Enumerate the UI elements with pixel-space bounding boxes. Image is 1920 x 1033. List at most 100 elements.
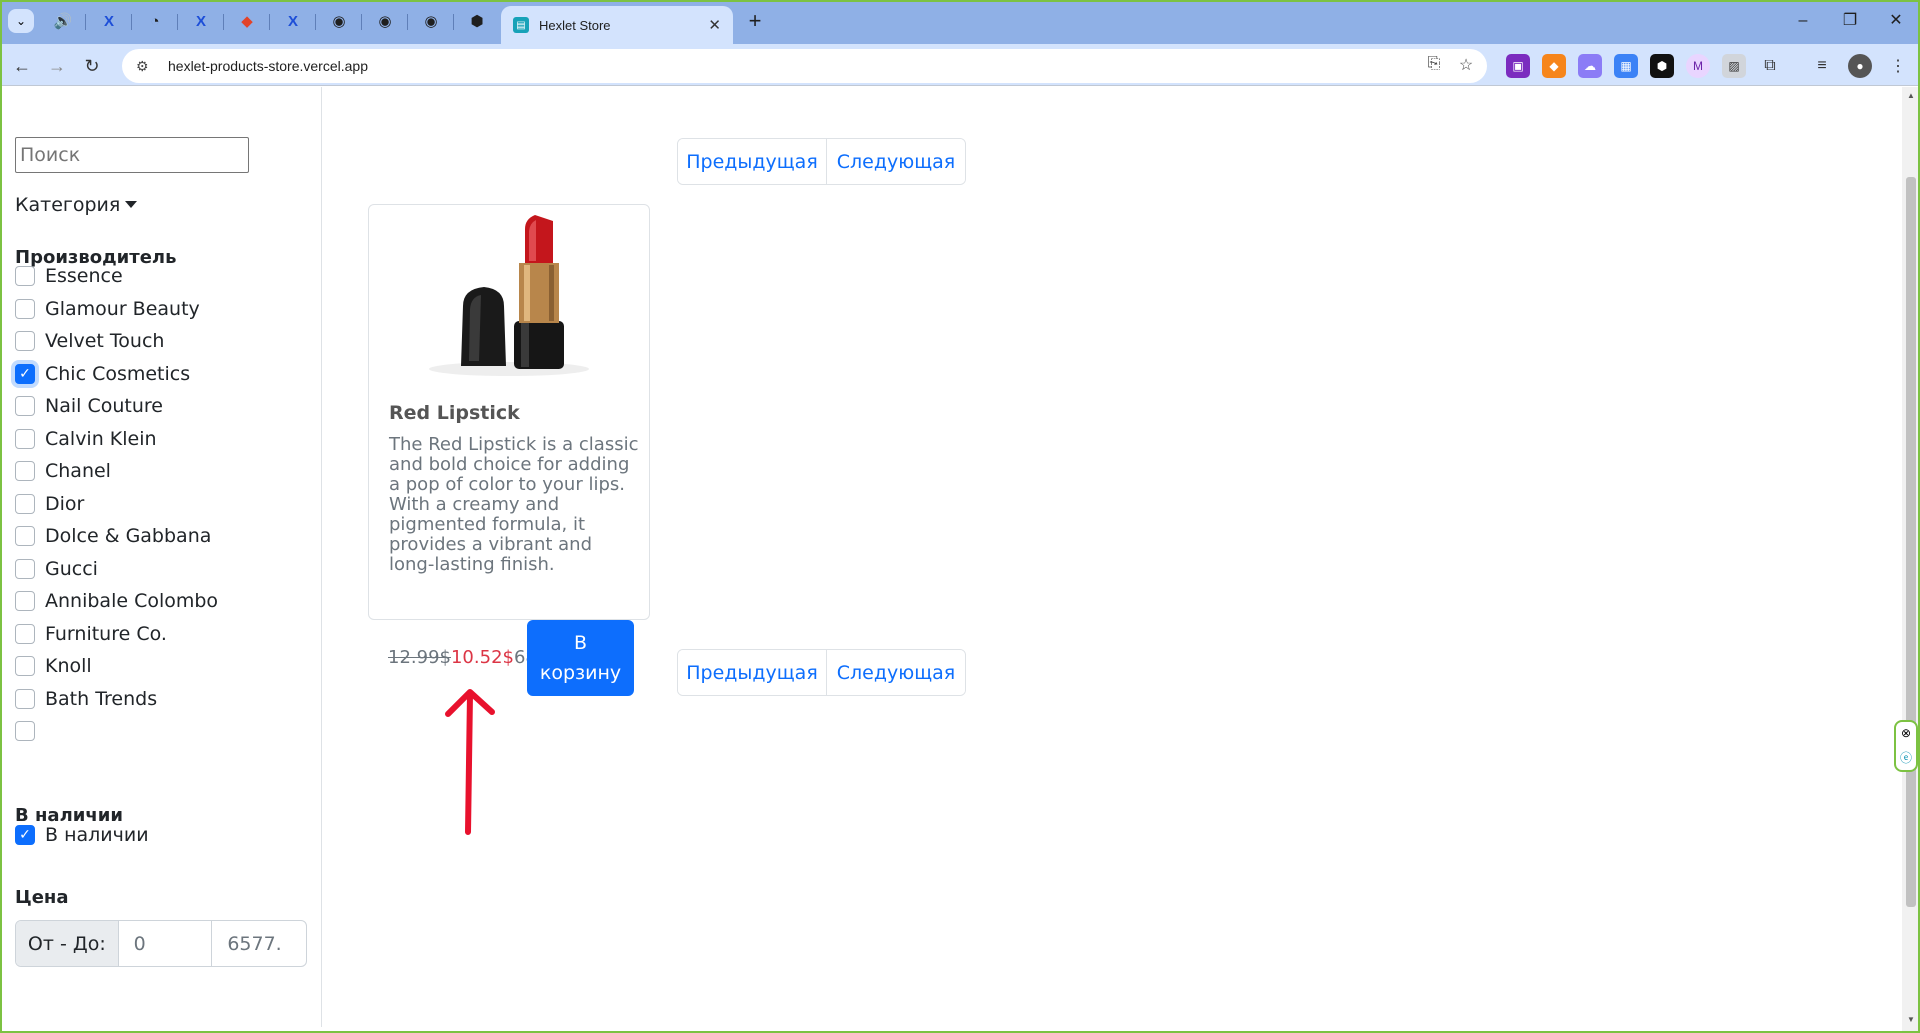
- restore-button[interactable]: ❐: [1830, 8, 1870, 34]
- extension-hexagon-icon[interactable]: ⬢: [1650, 54, 1674, 78]
- address-bar[interactable]: ⚙ hexlet-products-store.vercel.app ⎘ ☆: [122, 49, 1487, 83]
- manufacturer-option[interactable]: ✓ Chic Cosmetics: [15, 360, 190, 388]
- checkbox[interactable]: [15, 559, 35, 579]
- manufacturer-option[interactable]: Glamour Beauty: [15, 295, 200, 323]
- install-app-icon[interactable]: ⎘: [1422, 55, 1446, 77]
- floating-extension-widget[interactable]: ⊗ ⓔ: [1894, 720, 1918, 772]
- tab-github-3[interactable]: ◉: [408, 7, 454, 35]
- manufacturer-option[interactable]: Nail Couture: [15, 392, 163, 420]
- scroll-down-arrow-icon[interactable]: ▼: [1906, 1015, 1916, 1024]
- site-info-icon[interactable]: ⚙: [136, 58, 154, 75]
- previous-page-button[interactable]: Предыдущая: [678, 139, 827, 184]
- manufacturer-option[interactable]: Knoll: [15, 652, 92, 680]
- checkbox[interactable]: [15, 689, 35, 709]
- product-title: Red Lipstick: [389, 402, 520, 424]
- checkbox[interactable]: [15, 656, 35, 676]
- manufacturer-label: Chanel: [45, 460, 111, 482]
- add-to-cart-button[interactable]: В корзину: [527, 620, 634, 696]
- availability-option[interactable]: ✓ В наличии: [15, 821, 149, 849]
- search-input[interactable]: [15, 137, 249, 173]
- page-scrollbar[interactable]: ▲ ▼: [1902, 87, 1920, 1033]
- bookmark-star-icon[interactable]: ☆: [1454, 55, 1478, 77]
- scroll-up-arrow-icon[interactable]: ▲: [1906, 91, 1916, 100]
- tab-github-1[interactable]: ◉: [316, 7, 362, 35]
- github-icon: ◉: [424, 13, 438, 30]
- extension-cloud-icon[interactable]: ☁: [1578, 54, 1602, 78]
- manufacturer-option[interactable]: Dior: [15, 490, 84, 518]
- checkbox[interactable]: [15, 299, 35, 319]
- manufacturer-option[interactable]: Velvet Touch: [15, 327, 164, 355]
- manufacturer-option[interactable]: Chanel: [15, 457, 111, 485]
- manufacturer-label: Dolce & Gabbana: [45, 525, 212, 547]
- close-window-button[interactable]: ✕: [1876, 8, 1916, 34]
- manufacturer-option[interactable]: Gucci: [15, 555, 98, 583]
- cart-button-line-2: корзину: [539, 662, 622, 684]
- manufacturer-option[interactable]: Essence: [15, 262, 123, 290]
- tab-x-2[interactable]: X: [178, 7, 224, 35]
- manufacturer-label: Furniture Co.: [45, 623, 167, 645]
- extension-e-icon[interactable]: ⓔ: [1900, 749, 1912, 766]
- profile-avatar[interactable]: ●: [1848, 54, 1872, 78]
- tab-x-3[interactable]: X: [270, 7, 316, 35]
- manufacturer-option[interactable]: Calvin Klein: [15, 425, 157, 453]
- price-to-input[interactable]: 6577.: [212, 921, 306, 966]
- checkbox[interactable]: [15, 591, 35, 611]
- extension-mail-icon[interactable]: M: [1686, 54, 1710, 78]
- checkbox-checked[interactable]: ✓: [15, 825, 35, 845]
- checkbox[interactable]: [15, 526, 35, 546]
- category-label: Категория: [15, 194, 121, 216]
- close-tab-icon[interactable]: ✕: [708, 16, 721, 34]
- checkbox-checked[interactable]: ✓: [15, 364, 35, 384]
- checkbox[interactable]: [15, 429, 35, 449]
- extension-counter-icon[interactable]: ▣: [1506, 54, 1530, 78]
- previous-page-button[interactable]: Предыдущая: [678, 650, 827, 695]
- tab-x-1[interactable]: X: [86, 7, 132, 35]
- speaker-icon: 🔊: [53, 13, 73, 30]
- new-tab-button[interactable]: +: [742, 8, 768, 34]
- next-page-button[interactable]: Следующая: [826, 139, 965, 184]
- price-from-input[interactable]: 0: [119, 921, 213, 966]
- metamask-fox-icon[interactable]: ◆: [1542, 54, 1566, 78]
- tab-strip: ⌄ 🔊 X ◔ X ◆ X ◉ ◉ ◉ ⬢ ▤ Hexlet Store ✕ +…: [0, 0, 1920, 44]
- tab-gitlab[interactable]: ◆: [224, 7, 270, 35]
- minimize-button[interactable]: –: [1783, 8, 1823, 34]
- tab-title: Hexlet Store: [539, 17, 611, 33]
- discounted-price: 10.52$: [450, 647, 514, 668]
- manufacturer-option[interactable]: Annibale Colombo: [15, 587, 218, 615]
- checkbox[interactable]: [15, 624, 35, 644]
- browser-menu-icon[interactable]: ⋮: [1886, 54, 1910, 78]
- github-icon: ◉: [332, 13, 346, 30]
- manufacturer-option[interactable]: Dolce & Gabbana: [15, 522, 211, 550]
- checkbox[interactable]: [15, 461, 35, 481]
- extensions-puzzle-icon[interactable]: ⧉: [1758, 54, 1782, 78]
- checkbox[interactable]: [15, 721, 35, 741]
- manufacturer-option[interactable]: Furniture Co.: [15, 620, 167, 648]
- manufacturer-label: Velvet Touch: [45, 330, 165, 352]
- manufacturer-option[interactable]: Bath Trends: [15, 685, 157, 713]
- url-text: hexlet-products-store.vercel.app: [168, 58, 368, 74]
- close-circle-icon[interactable]: ⊗: [1901, 726, 1911, 740]
- manufacturer-option-empty[interactable]: [15, 717, 45, 745]
- category-dropdown[interactable]: Категория: [15, 194, 138, 216]
- tab-audio[interactable]: 🔊: [40, 7, 86, 35]
- manufacturer-label: Bath Trends: [45, 688, 158, 710]
- checkbox[interactable]: [15, 396, 35, 416]
- forward-arrow-icon[interactable]: →: [43, 52, 71, 80]
- reload-icon[interactable]: ↻: [78, 52, 106, 80]
- tab-github-2[interactable]: ◉: [362, 7, 408, 35]
- tab-misc[interactable]: ⬢: [454, 7, 500, 35]
- manufacturer-label: Chic Cosmetics: [45, 363, 191, 385]
- tab-chrome[interactable]: ◔: [132, 7, 178, 35]
- extension-grid-icon[interactable]: ▦: [1614, 54, 1638, 78]
- manufacturer-label: Annibale Colombo: [45, 590, 219, 612]
- extension-image-icon[interactable]: ▨: [1722, 54, 1746, 78]
- scrollbar-thumb[interactable]: [1906, 177, 1916, 907]
- checkbox[interactable]: [15, 331, 35, 351]
- next-page-button[interactable]: Следующая: [826, 650, 965, 695]
- checkbox[interactable]: [15, 494, 35, 514]
- reading-list-icon[interactable]: ≡: [1810, 54, 1834, 78]
- checkbox[interactable]: [15, 266, 35, 286]
- tab-hexlet-store[interactable]: ▤ Hexlet Store ✕: [501, 6, 733, 44]
- tab-search-dropdown-icon[interactable]: ⌄: [8, 9, 34, 33]
- back-arrow-icon[interactable]: ←: [8, 52, 36, 80]
